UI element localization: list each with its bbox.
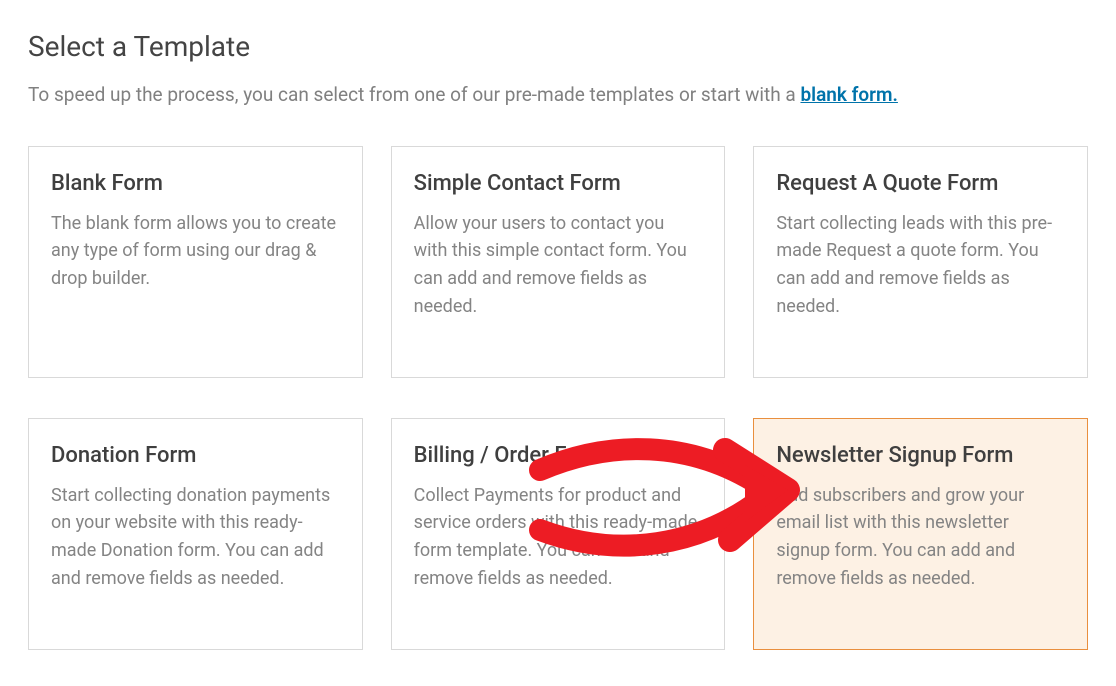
card-desc: Allow your users to contact you with thi… xyxy=(414,210,703,322)
card-title: Billing / Order Form xyxy=(414,443,703,468)
subtitle-text: To speed up the process, you can select … xyxy=(28,83,800,106)
template-card-simple-contact-form[interactable]: Simple Contact Form Allow your users to … xyxy=(391,146,726,378)
page-subtitle: To speed up the process, you can select … xyxy=(28,81,1088,110)
page-title: Select a Template xyxy=(28,30,1088,63)
card-desc: The blank form allows you to create any … xyxy=(51,210,340,294)
template-grid: Blank Form The blank form allows you to … xyxy=(28,146,1088,650)
card-desc: Collect Payments for product and service… xyxy=(414,482,703,594)
card-title: Request A Quote Form xyxy=(776,171,1065,196)
card-desc: Start collecting leads with this pre-mad… xyxy=(776,210,1065,322)
card-title: Donation Form xyxy=(51,443,340,468)
template-card-donation-form[interactable]: Donation Form Start collecting donation … xyxy=(28,418,363,650)
template-card-blank-form[interactable]: Blank Form The blank form allows you to … xyxy=(28,146,363,378)
template-card-request-quote-form[interactable]: Request A Quote Form Start collecting le… xyxy=(753,146,1088,378)
card-desc: Add subscribers and grow your email list… xyxy=(776,482,1065,594)
template-card-billing-order-form[interactable]: Billing / Order Form Collect Payments fo… xyxy=(391,418,726,650)
card-title: Blank Form xyxy=(51,171,340,196)
card-desc: Start collecting donation payments on yo… xyxy=(51,482,340,594)
card-title: Simple Contact Form xyxy=(414,171,703,196)
blank-form-link[interactable]: blank form. xyxy=(800,83,897,106)
card-title: Newsletter Signup Form xyxy=(776,443,1065,468)
template-card-newsletter-signup-form[interactable]: Newsletter Signup Form Add subscribers a… xyxy=(753,418,1088,650)
